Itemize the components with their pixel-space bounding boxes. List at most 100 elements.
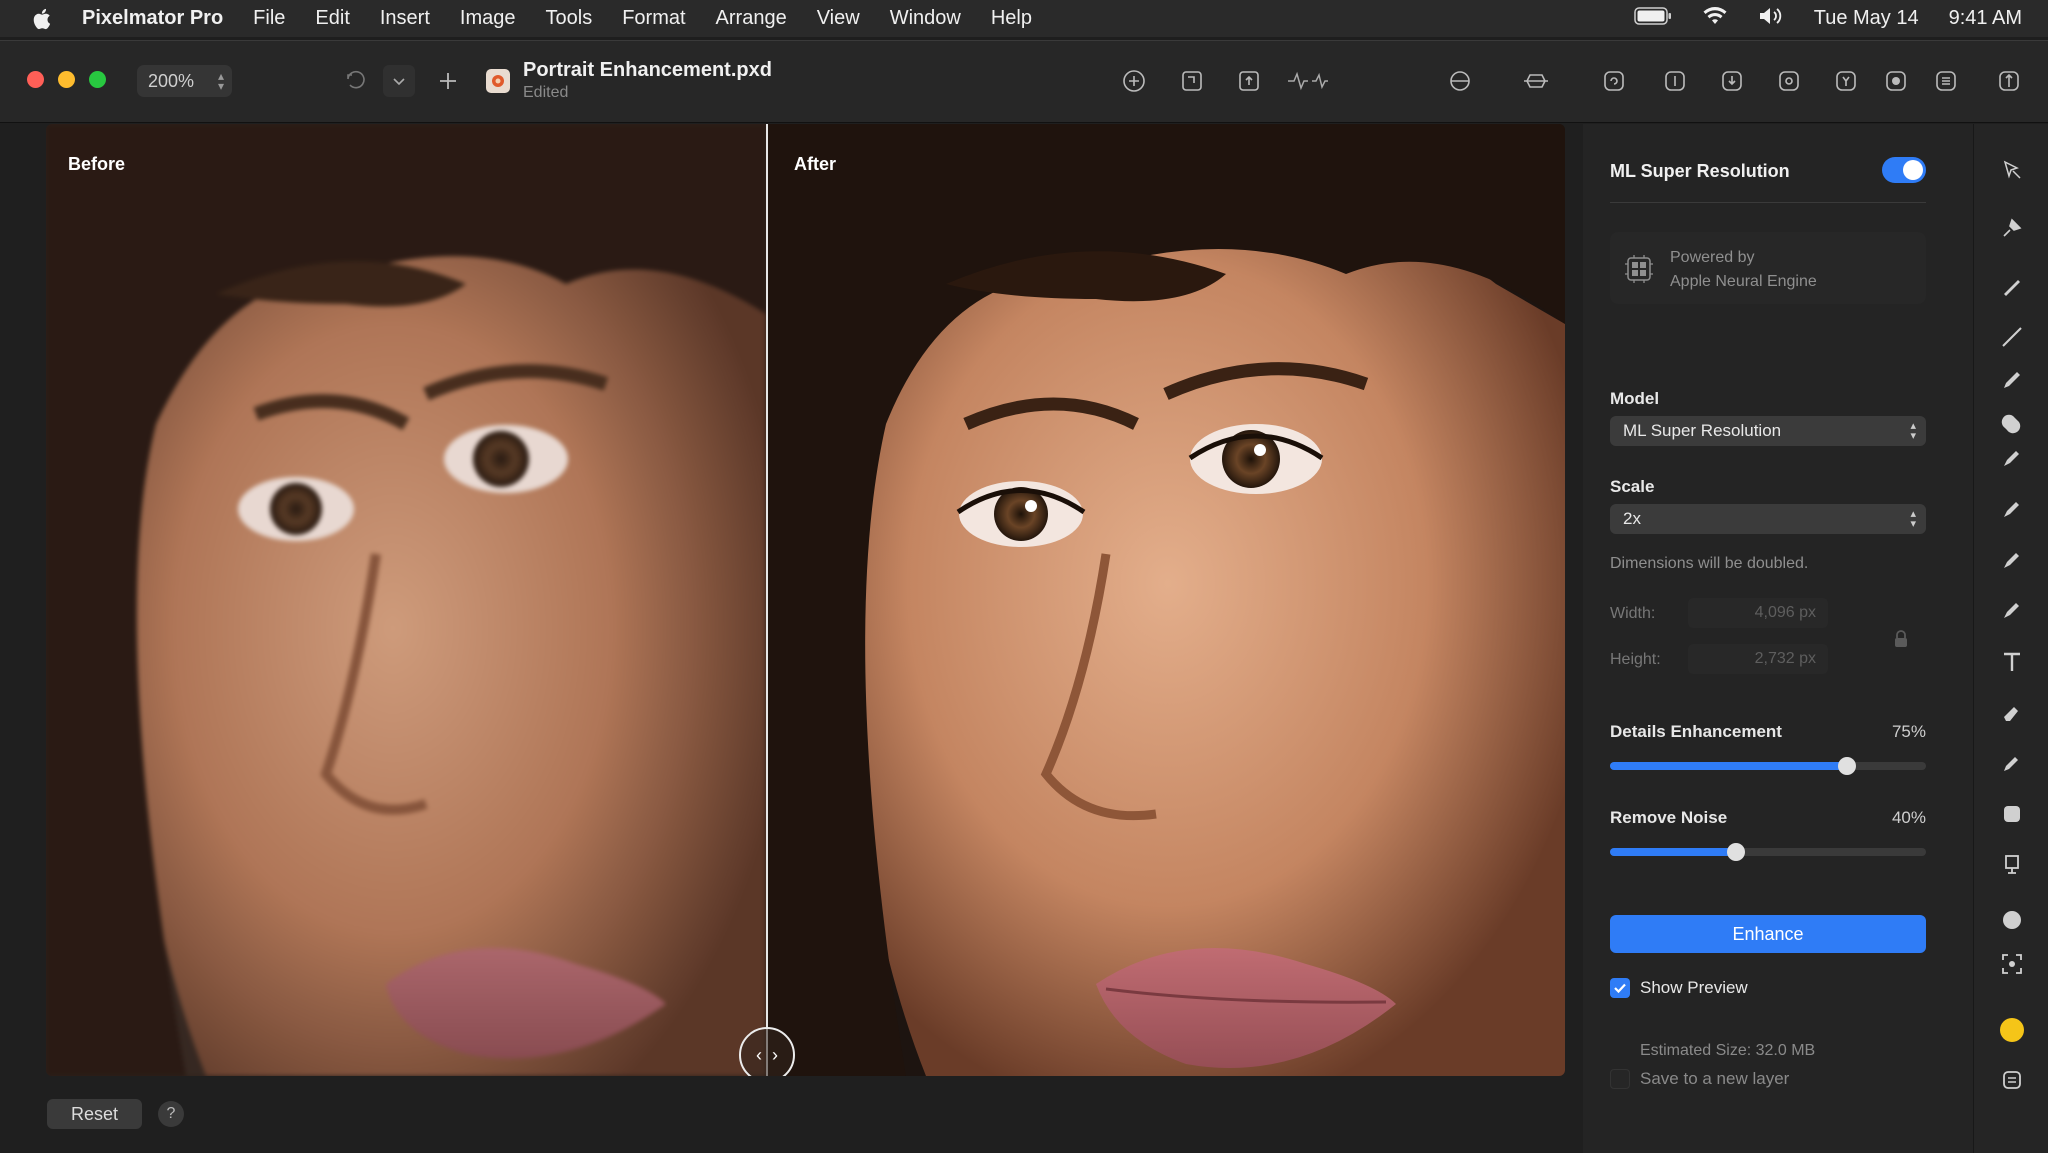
divider <box>1610 202 1926 203</box>
slider-fill <box>1610 762 1847 770</box>
effects-browser-icon[interactable] <box>1880 65 1912 97</box>
details-enhancement-value: 75% <box>1891 722 1926 741</box>
model-select-value: ML Super Resolution <box>1623 421 1782 440</box>
show-preview-checkbox[interactable] <box>1610 978 1630 998</box>
app-menu[interactable]: Pixelmator Pro <box>82 7 223 30</box>
document-title[interactable]: Portrait Enhancement.pxd <box>523 59 772 82</box>
pen-tool-icon[interactable] <box>1996 321 2028 353</box>
crop-tool-icon[interactable] <box>1996 848 2028 880</box>
clone-tool-icon[interactable] <box>1996 442 2028 474</box>
before-label: Before <box>68 154 126 174</box>
adjust-icon[interactable] <box>1830 65 1862 97</box>
presets-tool-icon[interactable] <box>1996 1064 2028 1096</box>
details-enhancement-label: Details Enhancement <box>1610 722 1782 741</box>
save-new-layer-label[interactable]: Save to a new layer <box>1640 1069 1789 1089</box>
brush-tool-icon[interactable] <box>1996 594 2028 626</box>
after-image <box>766 124 1565 1076</box>
color-well[interactable] <box>1996 1014 2028 1046</box>
undo-icon[interactable] <box>340 65 372 97</box>
height-label: Height: <box>1610 651 1661 668</box>
engine-label-line2: Apple Neural Engine <box>1670 273 1817 290</box>
slider-thumb[interactable] <box>1838 757 1856 775</box>
paint-tool-icon[interactable] <box>1996 270 2028 302</box>
enhance-button[interactable]: Enhance <box>1610 915 1926 953</box>
style-icon[interactable] <box>1773 65 1805 97</box>
volume-icon[interactable] <box>1758 5 1784 33</box>
neural-engine-chip-icon <box>1625 255 1653 283</box>
estimated-size: Estimated Size: 32.0 MB <box>1640 1042 1816 1059</box>
updown-chevron-icon: ▴ ▾ <box>217 69 224 93</box>
arrange-icon[interactable] <box>1520 65 1552 97</box>
help-button[interactable]: ? <box>158 1101 184 1127</box>
menu-edit[interactable]: Edit <box>315 7 349 30</box>
zoom-window-button[interactable] <box>89 71 106 88</box>
menu-insert[interactable]: Insert <box>380 7 430 30</box>
remove-noise-value: 40% <box>1891 808 1926 827</box>
smudge-tool-icon[interactable] <box>1996 544 2028 576</box>
details-enhancement-slider[interactable] <box>1610 757 1926 775</box>
scale-select[interactable]: 2x ▴ ▾ <box>1610 504 1926 534</box>
battery-icon[interactable] <box>1633 6 1672 31</box>
effects-icon[interactable] <box>1282 65 1332 97</box>
menu-window[interactable]: Window <box>890 7 961 30</box>
sharpen-tool-icon[interactable] <box>1996 493 2028 525</box>
apple-menu-icon[interactable] <box>0 7 82 31</box>
compare-handle[interactable]: ‹ › <box>739 1027 795 1076</box>
eraser-tool-icon[interactable] <box>1996 697 2028 729</box>
add-icon[interactable] <box>432 65 464 97</box>
layers-icon[interactable] <box>1930 65 1962 97</box>
document-status: Edited <box>523 84 569 101</box>
super-resolution-toggle[interactable] <box>1882 157 1926 183</box>
slider-fill <box>1610 848 1737 856</box>
menu-help[interactable]: Help <box>991 7 1032 30</box>
show-preview-label[interactable]: Show Preview <box>1640 978 1748 998</box>
chevron-right-icon: › <box>772 1044 778 1065</box>
width-field: 4,096 px <box>1688 598 1828 628</box>
add-layer-icon[interactable] <box>1118 65 1150 97</box>
tools-sidebar-icon[interactable] <box>1993 65 2025 97</box>
wifi-icon[interactable] <box>1702 6 1728 32</box>
menu-file[interactable]: File <box>253 7 285 30</box>
menu-view[interactable]: View <box>817 7 860 30</box>
style-tool-icon[interactable] <box>1996 212 2028 244</box>
shape-tool-icon[interactable] <box>1996 904 2028 936</box>
type-tool-icon[interactable] <box>1996 646 2028 678</box>
window-toolbar: 200% ▴ ▾ Portrait Enhancement.pxd Edited <box>0 41 2048 123</box>
inspector-panel: ML Super Resolution Powered by Apple Neu… <box>1583 124 1973 1153</box>
minimize-window-button[interactable] <box>58 71 75 88</box>
model-label: Model <box>1610 389 1660 408</box>
model-select[interactable]: ML Super Resolution ▴ ▾ <box>1610 416 1926 446</box>
engine-label-line1: Powered by <box>1670 249 1755 266</box>
menu-format[interactable]: Format <box>622 7 685 30</box>
menubar-date[interactable]: Tue May 14 <box>1814 7 1919 30</box>
remove-noise-slider[interactable] <box>1610 843 1926 861</box>
lock-icon <box>1895 630 1907 647</box>
flip-icon[interactable] <box>1659 65 1691 97</box>
retouch-tool-icon[interactable] <box>1996 407 2028 439</box>
arrange-tool-icon[interactable] <box>1996 154 2028 186</box>
compare-divider[interactable] <box>766 124 768 1076</box>
close-window-button[interactable] <box>27 71 44 88</box>
export-icon[interactable] <box>1716 65 1748 97</box>
portrait-image-enhanced <box>766 124 1565 1076</box>
menu-tools[interactable]: Tools <box>546 7 593 30</box>
menu-arrange[interactable]: Arrange <box>716 7 787 30</box>
color-adjustments-icon[interactable] <box>1444 65 1476 97</box>
selection-tool-icon[interactable] <box>1996 948 2028 980</box>
shortcuts-menu-icon[interactable] <box>383 65 415 97</box>
document-icon <box>486 69 510 93</box>
save-new-layer-checkbox[interactable] <box>1610 1069 1630 1089</box>
reset-button[interactable]: Reset <box>47 1099 142 1129</box>
slider-thumb[interactable] <box>1727 843 1746 861</box>
fill-tool-icon[interactable] <box>1996 798 2028 830</box>
crop-icon[interactable] <box>1176 65 1208 97</box>
menu-image[interactable]: Image <box>460 7 516 30</box>
image-canvas[interactable]: ‹ › Before After <box>46 124 1565 1076</box>
color-picker-tool-icon[interactable] <box>1996 747 2028 779</box>
toggle-knob <box>1903 160 1923 180</box>
pencil-tool-icon[interactable] <box>1996 364 2028 396</box>
menubar-time[interactable]: 9:41 AM <box>1949 7 2022 30</box>
rotate-icon[interactable] <box>1598 65 1630 97</box>
zoom-level-select[interactable]: 200% ▴ ▾ <box>137 65 232 97</box>
share-icon[interactable] <box>1233 65 1265 97</box>
